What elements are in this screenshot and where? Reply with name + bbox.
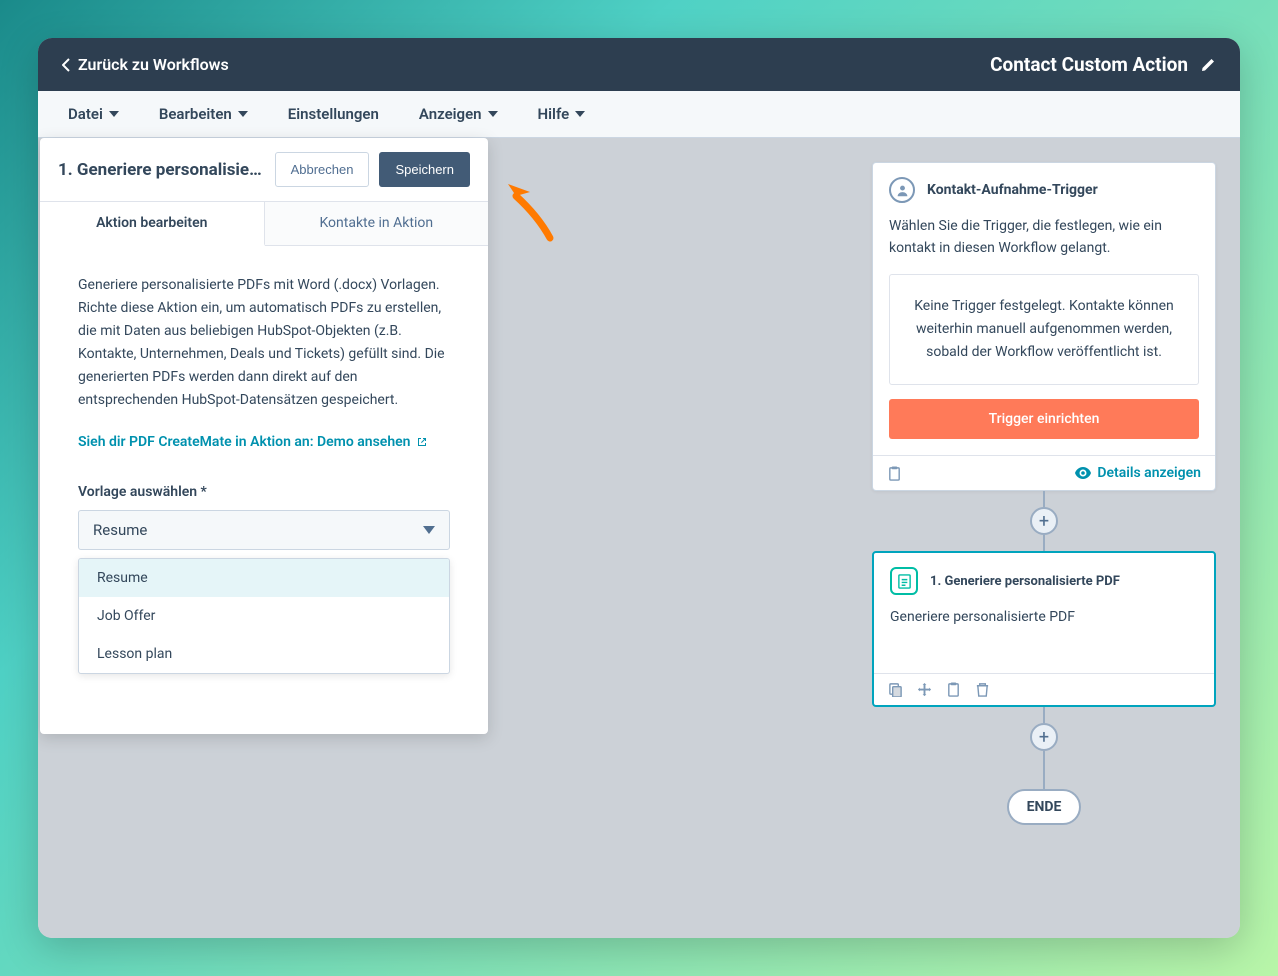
connector-line (1043, 767, 1045, 789)
menu-view[interactable]: Anzeigen (399, 91, 518, 137)
panel-body: Generiere personalisierte PDFs mit Word … (40, 246, 488, 734)
connector-line (1043, 707, 1045, 723)
setup-trigger-button[interactable]: Trigger einrichten (889, 399, 1199, 439)
eye-icon (1075, 467, 1091, 479)
template-select-label: Vorlage auswählen * (78, 484, 450, 500)
template-option-job-offer[interactable]: Job Offer (79, 597, 449, 635)
trigger-card-footer: Details anzeigen (873, 455, 1215, 490)
connector-line (1043, 491, 1045, 507)
trigger-title: Kontakt-Aufnahme-Trigger (927, 182, 1098, 198)
trash-icon[interactable] (975, 682, 990, 697)
external-link-icon (416, 436, 428, 448)
trigger-head: Kontakt-Aufnahme-Trigger (873, 163, 1215, 211)
trigger-description: Wählen Sie die Trigger, die festlegen, w… (873, 211, 1215, 274)
menu-settings[interactable]: Einstellungen (268, 91, 399, 137)
details-link[interactable]: Details anzeigen (1075, 465, 1201, 481)
action-title: 1. Generiere personalisierte PDF (930, 574, 1120, 589)
panel-header: 1. Generiere personalisierte… Abbrechen … (40, 138, 488, 201)
content-area: 1. Generiere personalisierte… Abbrechen … (38, 138, 1240, 938)
workflow-canvas: Kontakt-Aufnahme-Trigger Wählen Sie die … (872, 162, 1216, 825)
clipboard-icon[interactable] (946, 682, 961, 697)
action-card[interactable]: 1. Generiere personalisierte PDF Generie… (872, 551, 1216, 707)
contact-icon (889, 177, 915, 203)
action-edit-panel: 1. Generiere personalisierte… Abbrechen … (40, 138, 488, 734)
connector-line (1043, 751, 1045, 767)
move-icon[interactable] (917, 682, 932, 697)
tab-contacts-in-action[interactable]: Kontakte in Aktion (265, 201, 489, 245)
save-button[interactable]: Speichern (379, 152, 470, 187)
cancel-button[interactable]: Abbrechen (275, 152, 370, 187)
action-body: Generiere personalisierte PDF (874, 603, 1214, 673)
template-dropdown: Resume Job Offer Lesson plan (78, 558, 450, 674)
template-option-lesson-plan[interactable]: Lesson plan (79, 635, 449, 673)
details-label: Details anzeigen (1097, 465, 1201, 481)
end-node: ENDE (1007, 789, 1082, 825)
title-right: Contact Custom Action (990, 53, 1216, 76)
menu-file[interactable]: Datei (48, 91, 139, 137)
action-card-footer (874, 673, 1214, 705)
demo-link[interactable]: Sieh dir PDF CreateMate in Aktion an: De… (78, 431, 428, 454)
template-option-resume[interactable]: Resume (79, 559, 449, 597)
pencil-icon[interactable] (1200, 57, 1216, 73)
template-select-value: Resume (93, 521, 147, 539)
connector: + (872, 491, 1216, 551)
back-to-workflows-link[interactable]: Zurück zu Workflows (62, 55, 229, 74)
trigger-empty-state: Keine Trigger festgelegt. Kontakte könne… (889, 274, 1199, 385)
template-select[interactable]: Resume (78, 510, 450, 550)
menu-view-label: Anzeigen (419, 105, 482, 123)
chevron-down-icon (423, 526, 435, 534)
connector-line (1043, 535, 1045, 551)
chevron-down-icon (109, 111, 119, 117)
action-head: 1. Generiere personalisierte PDF (874, 553, 1214, 603)
pdf-action-icon (890, 567, 918, 595)
clipboard-icon[interactable] (887, 466, 902, 481)
chevron-left-icon (62, 58, 70, 72)
menu-edit[interactable]: Bearbeiten (139, 91, 268, 137)
panel-title: 1. Generiere personalisierte… (58, 160, 265, 180)
copy-icon[interactable] (888, 682, 903, 697)
menubar: Datei Bearbeiten Einstellungen Anzeigen … (38, 91, 1240, 138)
page-title: Contact Custom Action (990, 53, 1188, 76)
menu-settings-label: Einstellungen (288, 105, 379, 123)
chevron-down-icon (575, 111, 585, 117)
chevron-down-icon (238, 111, 248, 117)
add-step-button[interactable]: + (1030, 723, 1058, 751)
titlebar: Zurück zu Workflows Contact Custom Actio… (38, 38, 1240, 91)
menu-edit-label: Bearbeiten (159, 105, 232, 123)
chevron-down-icon (488, 111, 498, 117)
back-label: Zurück zu Workflows (78, 55, 229, 74)
tab-edit-action[interactable]: Aktion bearbeiten (40, 201, 265, 246)
add-step-button[interactable]: + (1030, 507, 1058, 535)
connector: + ENDE (872, 707, 1216, 825)
menu-help-label: Hilfe (538, 105, 570, 123)
menu-help[interactable]: Hilfe (518, 91, 606, 137)
panel-tabs: Aktion bearbeiten Kontakte in Aktion (40, 201, 488, 246)
menu-file-label: Datei (68, 105, 103, 123)
app-window: Zurück zu Workflows Contact Custom Actio… (38, 38, 1240, 938)
demo-link-text: Sieh dir PDF CreateMate in Aktion an: De… (78, 431, 410, 454)
action-description: Generiere personalisierte PDFs mit Word … (78, 274, 450, 413)
trigger-card[interactable]: Kontakt-Aufnahme-Trigger Wählen Sie die … (872, 162, 1216, 491)
